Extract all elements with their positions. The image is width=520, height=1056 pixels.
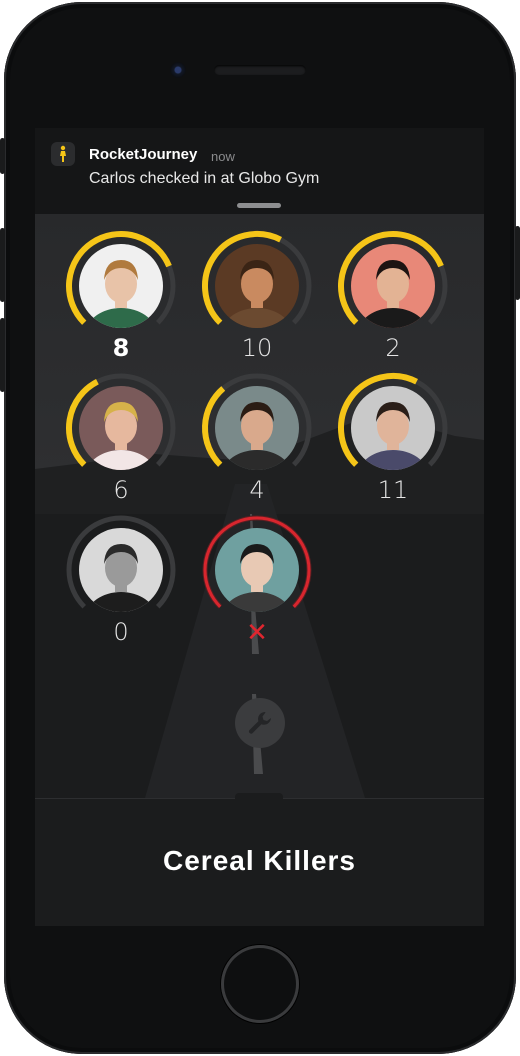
x-icon: ✕: [246, 618, 268, 648]
home-button[interactable]: [221, 945, 299, 1023]
member-score: 10: [241, 334, 273, 362]
avatar: [79, 244, 163, 328]
volume-down-button: [0, 318, 5, 392]
avatar: [215, 386, 299, 470]
member-1[interactable]: 8: [65, 230, 177, 370]
avatar: [351, 244, 435, 328]
member-7[interactable]: 0: [65, 514, 177, 654]
notification-banner[interactable]: RocketJourney now Carlos checked in at G…: [35, 128, 484, 214]
grab-handle[interactable]: [237, 203, 281, 208]
member-score: 0: [113, 618, 129, 646]
rocket-runner-icon: [51, 142, 75, 166]
mute-switch: [0, 138, 5, 174]
front-camera: [170, 62, 186, 78]
avatar: [79, 528, 163, 612]
screen: RocketJourney now Carlos checked in at G…: [35, 128, 484, 926]
notification-message: Carlos checked in at Globo Gym: [89, 170, 320, 187]
notification-time: now: [211, 149, 235, 164]
wrench-icon: [248, 712, 271, 734]
avatar: [215, 244, 299, 328]
earpiece-speaker: [214, 65, 306, 75]
member-score: 8: [112, 334, 130, 362]
panel-tab[interactable]: [235, 793, 283, 801]
member-score: 4: [249, 476, 265, 504]
member-3[interactable]: 2: [337, 230, 449, 370]
member-score: 11: [377, 476, 409, 504]
avatar: [79, 386, 163, 470]
avatar: [215, 528, 299, 612]
team-name: Cereal Killers: [163, 845, 356, 876]
member-6[interactable]: 11: [337, 372, 449, 512]
member-8[interactable]: ✕: [201, 514, 313, 654]
power-button: [515, 226, 520, 300]
team-panel[interactable]: Cereal Killers: [35, 793, 484, 926]
member-5[interactable]: 4: [201, 372, 313, 512]
volume-up-button: [0, 228, 5, 302]
member-score: 6: [113, 476, 129, 504]
member-2[interactable]: 10: [201, 230, 313, 370]
wrench-button[interactable]: [235, 698, 285, 748]
app-name: RocketJourney: [89, 146, 198, 163]
member-4[interactable]: 6: [65, 372, 177, 512]
avatar: [351, 386, 435, 470]
member-score: 2: [385, 334, 401, 362]
